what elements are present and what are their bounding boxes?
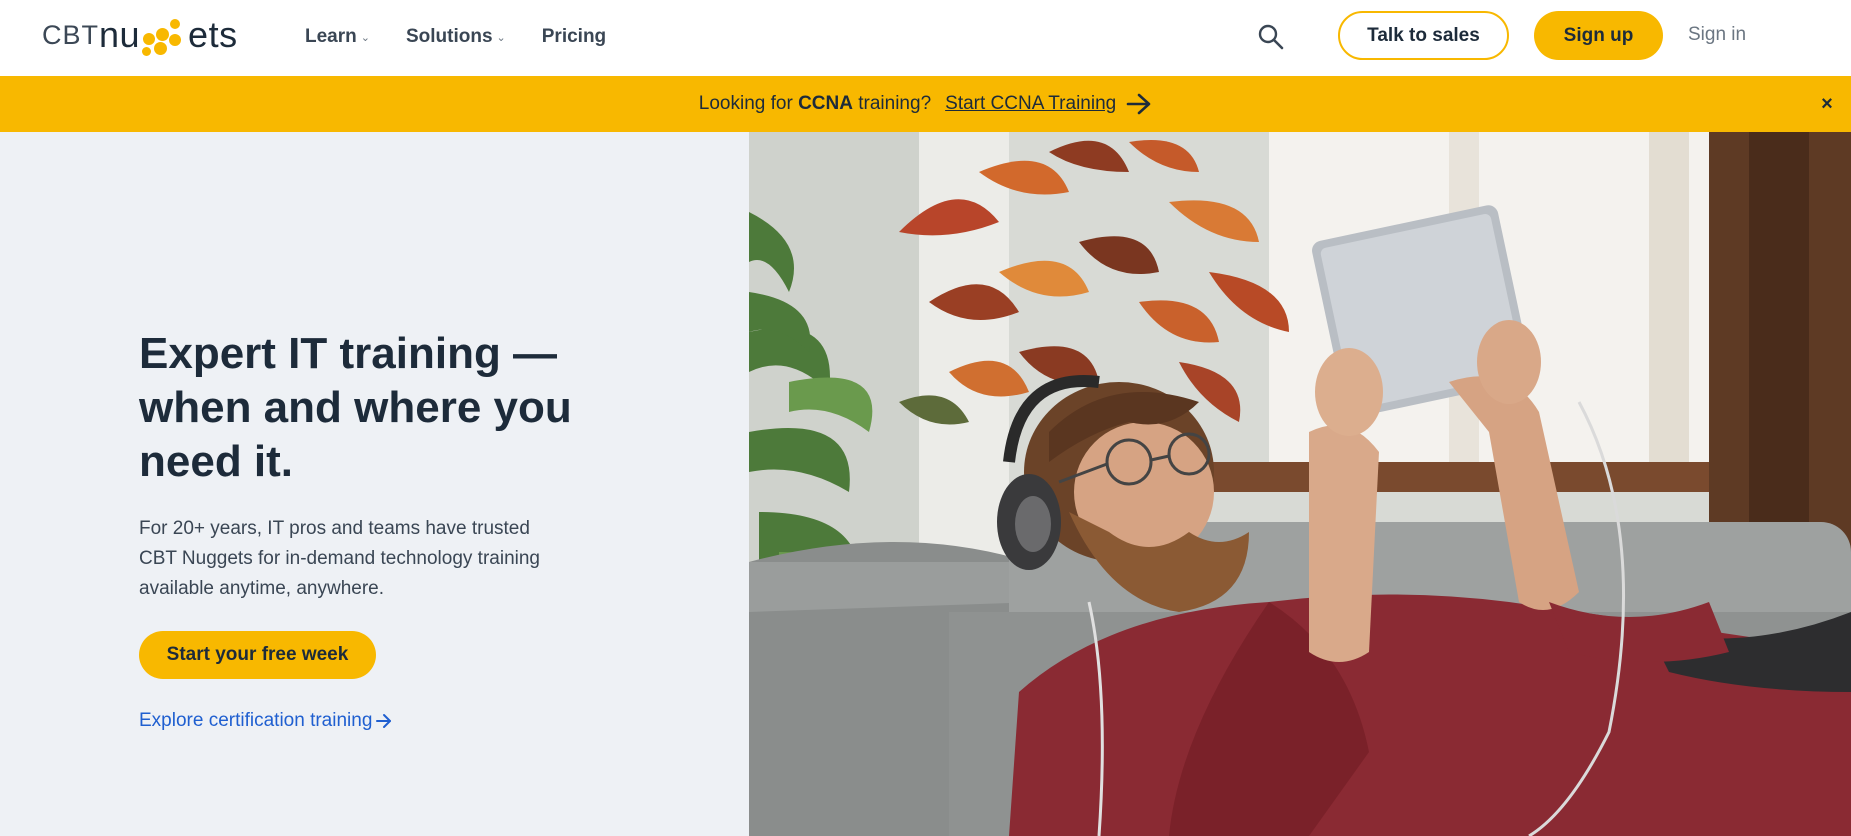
close-icon[interactable]: × bbox=[1817, 93, 1837, 115]
chevron-down-icon: ⌄ bbox=[496, 31, 506, 44]
logo-text-nu: nu bbox=[99, 14, 141, 55]
logo-text-cbt: CBT bbox=[42, 20, 99, 50]
sign-in-link[interactable]: Sign in bbox=[1688, 24, 1746, 46]
logo-text-nuggets: nu ets bbox=[99, 14, 238, 56]
start-ccna-training-link[interactable]: Start CCNA Training bbox=[945, 93, 1116, 115]
cbt-nuggets-logo[interactable]: CBT nu ets bbox=[42, 14, 238, 56]
arrow-right-icon[interactable] bbox=[1126, 93, 1152, 115]
hero-title-line-1: Expert IT training — bbox=[139, 329, 558, 378]
explore-certification-link[interactable]: Explore certification training bbox=[139, 710, 393, 732]
site-header: CBT nu ets Learn ⌄ Solutions ⌄ Pricing T… bbox=[0, 0, 1851, 76]
search-icon bbox=[1258, 24, 1284, 50]
start-free-week-button[interactable]: Start your free week bbox=[139, 631, 376, 679]
hero-title: Expert IT training — when and where you … bbox=[139, 327, 599, 489]
hero-photo-illustration bbox=[749, 132, 1851, 836]
sign-up-button[interactable]: Sign up bbox=[1534, 11, 1663, 60]
search-button[interactable] bbox=[1256, 22, 1286, 52]
promo-banner-content: Looking for CCNA training? Start CCNA Tr… bbox=[0, 76, 1851, 132]
arrow-right-icon bbox=[376, 714, 392, 728]
explore-certification-label: Explore certification training bbox=[139, 710, 373, 731]
nav-learn-label: Learn bbox=[305, 26, 357, 47]
nav-solutions-label: Solutions bbox=[405, 26, 493, 47]
nav-pricing-label: Pricing bbox=[541, 26, 607, 47]
promo-banner-question: Looking for CCNA training? bbox=[699, 93, 931, 115]
nav-learn[interactable]: Learn ⌄ bbox=[305, 22, 370, 52]
hero-text-panel: Expert IT training — when and where you … bbox=[0, 132, 749, 836]
chevron-down-icon: ⌄ bbox=[360, 31, 370, 44]
banner-suffix: training? bbox=[852, 93, 932, 114]
banner-prefix: Looking for bbox=[698, 93, 799, 114]
hero-title-line-3: need it. bbox=[139, 437, 294, 486]
hero-title-line-2: when and where you bbox=[139, 383, 572, 432]
logo-nugget-dots-icon bbox=[141, 14, 187, 56]
hero-photo bbox=[749, 132, 1851, 836]
nav-pricing[interactable]: Pricing bbox=[542, 22, 606, 52]
banner-bold: CCNA bbox=[798, 93, 853, 114]
promo-banner: Looking for CCNA training? Start CCNA Tr… bbox=[0, 76, 1851, 132]
nav-solutions[interactable]: Solutions ⌄ bbox=[406, 22, 506, 52]
hero-description: For 20+ years, IT pros and teams have tr… bbox=[139, 518, 540, 599]
talk-to-sales-button[interactable]: Talk to sales bbox=[1338, 11, 1509, 60]
main-nav: Learn ⌄ Solutions ⌄ Pricing bbox=[305, 22, 606, 52]
logo-text-ets: ets bbox=[188, 14, 238, 55]
